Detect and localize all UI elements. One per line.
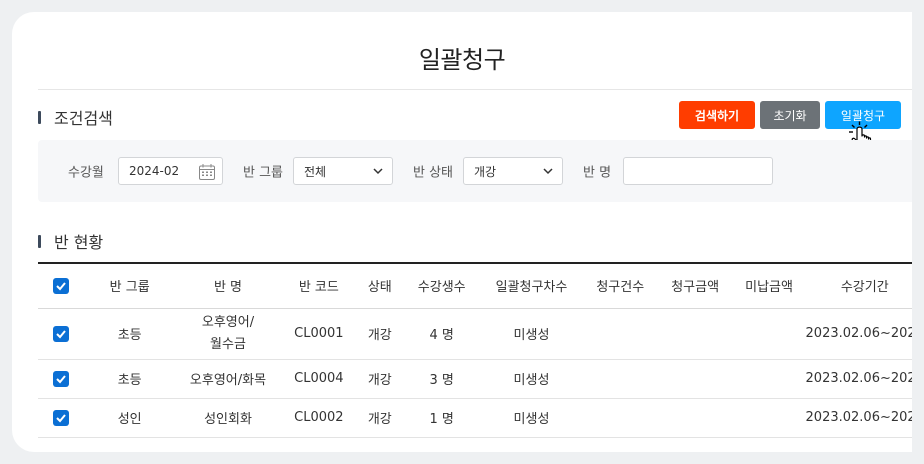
cell-bill-count [582, 359, 658, 399]
table-row[interactable]: 초등 오후영어/ 월수금 CL0001 개강 4 명 미생성 2023.02.0… [38, 308, 912, 360]
class-table: 반 그룹 반 명 반 코드 상태 수강생수 일괄청구차수 청구건수 청구금액 미… [38, 262, 912, 438]
cell-unpaid [732, 308, 806, 360]
search-section-header: 조건검색 [38, 105, 113, 129]
month-label: 수강월 [68, 165, 104, 181]
title-divider [38, 89, 912, 90]
cell-period: 2023.02.06~2025 [805, 398, 912, 438]
cell-group: 초등 [84, 308, 175, 360]
search-section-title: 조건검색 [54, 109, 113, 128]
class-section-header: 반 현황 [38, 229, 103, 253]
column-header[interactable]: 청구금액 [657, 263, 733, 309]
cell-unpaid [732, 359, 806, 399]
group-select[interactable]: 전체 [293, 157, 393, 185]
cell-students: 4 명 [403, 308, 481, 360]
chevron-down-icon [373, 168, 383, 175]
column-header[interactable]: 반 그룹 [84, 263, 175, 309]
cell-period: 2023.02.06~2025 [805, 308, 912, 360]
section-marker [38, 234, 41, 248]
column-header[interactable]: 상태 [356, 263, 404, 309]
cell-name-line: 월수금 [210, 336, 246, 352]
search-button[interactable]: 검색하기 [679, 101, 755, 129]
group-value: 전체 [304, 164, 327, 179]
column-header[interactable]: 일괄청구차수 [480, 263, 583, 309]
cell-bill-count [582, 398, 658, 438]
select-all-cell [38, 263, 85, 309]
select-all-checkbox[interactable] [53, 277, 70, 294]
column-header[interactable]: 청구건수 [582, 263, 658, 309]
row-checkbox[interactable] [53, 409, 70, 426]
column-header[interactable]: 반 코드 [281, 263, 357, 309]
cell-bill-amount [657, 308, 733, 360]
reset-button[interactable]: 초기화 [760, 101, 820, 129]
chevron-down-icon [543, 168, 553, 175]
cell-name-line: 오후영어/ [201, 314, 255, 330]
cell-round: 미생성 [480, 359, 583, 399]
cell-bill-amount [657, 398, 733, 438]
month-value: 2024-02 [129, 164, 180, 178]
cell-bill-count [582, 308, 658, 360]
cell-group: 성인 [84, 398, 175, 438]
row-checkbox[interactable] [53, 325, 70, 342]
cell-round: 미생성 [480, 398, 583, 438]
status-value: 개강 [474, 164, 497, 179]
cell-name: 오후영어/화목 [174, 359, 282, 399]
cell-unpaid [732, 398, 806, 438]
name-label: 반 명 [583, 165, 612, 181]
group-label: 반 그룹 [243, 165, 284, 181]
class-section-title: 반 현황 [54, 233, 104, 252]
cell-status: 개강 [356, 359, 404, 399]
calendar-icon[interactable] [198, 163, 216, 181]
cell-students: 3 명 [403, 359, 481, 399]
cell-round: 미생성 [480, 308, 583, 360]
column-header[interactable]: 수강기간 [805, 263, 912, 309]
cell-group: 초등 [84, 359, 175, 399]
status-select[interactable]: 개강 [463, 157, 563, 185]
table-header-row: 반 그룹 반 명 반 코드 상태 수강생수 일괄청구차수 청구건수 청구금액 미… [38, 263, 912, 309]
cell-name: 오후영어/ 월수금 [174, 308, 282, 360]
cell-bill-amount [657, 359, 733, 399]
column-header[interactable]: 미납금액 [732, 263, 806, 309]
cell-code: CL0002 [281, 398, 357, 438]
cell-status: 개강 [356, 398, 404, 438]
column-header[interactable]: 반 명 [174, 263, 282, 309]
cell-period: 2023.02.06~2025 [805, 359, 912, 399]
cell-students: 1 명 [403, 398, 481, 438]
cell-name: 성인회화 [174, 398, 282, 438]
cell-code: CL0004 [281, 359, 357, 399]
table-row[interactable]: 성인 성인회화 CL0002 개강 1 명 미생성 2023.02.06~202… [38, 398, 912, 438]
month-input[interactable]: 2024-02 [118, 157, 223, 185]
column-header[interactable]: 수강생수 [403, 263, 481, 309]
cell-status: 개강 [356, 308, 404, 360]
cell-code: CL0001 [281, 308, 357, 360]
name-input[interactable] [623, 157, 773, 185]
table-row[interactable]: 초등 오후영어/화목 CL0004 개강 3 명 미생성 2023.02.06~… [38, 359, 912, 399]
page-title: 일괄청구 [418, 46, 506, 74]
status-label: 반 상태 [413, 165, 454, 181]
section-marker [38, 110, 41, 124]
row-checkbox[interactable] [53, 370, 70, 387]
